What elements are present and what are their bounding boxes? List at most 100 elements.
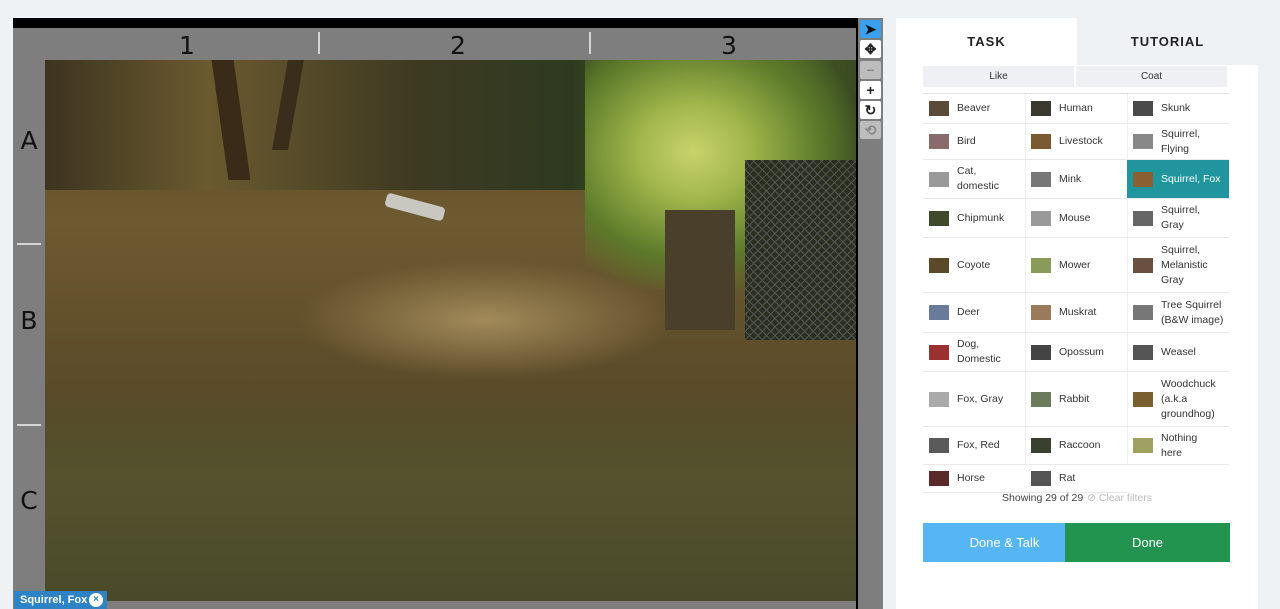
species-choice[interactable]: Bird: [923, 124, 1025, 160]
zoom-out-icon[interactable]: −: [860, 61, 881, 79]
species-label: Nothing here: [1161, 431, 1198, 459]
close-icon[interactable]: ×: [89, 593, 103, 607]
species-label: Fox, Red: [957, 439, 1000, 451]
tab-tutorial[interactable]: TUTORIAL: [1077, 18, 1258, 65]
image-frame: 1 2 3 A B C: [13, 28, 856, 609]
species-thumbnail: [1133, 305, 1153, 320]
species-thumbnail: [1133, 438, 1153, 453]
zoom-in-icon[interactable]: +: [860, 81, 881, 99]
move-icon[interactable]: ✥: [860, 40, 881, 58]
species-choice[interactable]: Squirrel, Fox: [1127, 160, 1229, 199]
species-label: Muskrat: [1059, 306, 1097, 318]
result-count: Showing 29 of 29 ⊘ Clear filters: [896, 492, 1258, 504]
species-label: Beaver: [957, 102, 991, 114]
rotate-icon[interactable]: ↻: [860, 101, 881, 119]
clear-filters-link[interactable]: ⊘ Clear filters: [1087, 492, 1152, 504]
grid-row-label: C: [20, 486, 38, 515]
grid-divider: [17, 424, 41, 426]
species-choice[interactable]: Rat: [1025, 465, 1127, 493]
species-thumbnail: [1133, 257, 1153, 273]
species-choice[interactable]: Nothing here: [1127, 427, 1229, 465]
done-button[interactable]: Done: [1065, 523, 1230, 562]
species-thumbnail: [1031, 134, 1051, 149]
grid-divider: [17, 243, 41, 245]
species-thumbnail: [929, 305, 949, 320]
species-label: Mower: [1059, 258, 1091, 271]
species-thumbnail: [1031, 101, 1051, 116]
reset-icon[interactable]: ⟲: [860, 121, 881, 139]
species-thumbnail: [1133, 101, 1153, 116]
grid-column-label: 2: [450, 31, 466, 60]
species-choice[interactable]: Rabbit: [1025, 372, 1127, 427]
species-thumbnail: [1031, 471, 1051, 486]
species-choice[interactable]: Muskrat: [1025, 293, 1127, 333]
species-choice[interactable]: Raccoon: [1025, 427, 1127, 465]
species-choice[interactable]: Squirrel, Melanistic Gray: [1127, 238, 1229, 293]
species-thumbnail: [1031, 438, 1051, 453]
species-thumbnail: [929, 438, 949, 453]
species-label: Deer: [957, 306, 980, 318]
species-label: Coyote: [957, 258, 991, 271]
species-choice[interactable]: Fox, Gray: [923, 372, 1025, 427]
species-thumbnail: [1133, 344, 1153, 360]
species-thumbnail: [929, 391, 949, 407]
grid-divider: [589, 32, 591, 54]
species-choice[interactable]: Livestock: [1025, 124, 1127, 160]
tab-task[interactable]: TASK: [896, 18, 1077, 65]
classification-panel: TASK TUTORIAL Like Coat Beaver Human Skunk…: [896, 18, 1258, 609]
species-label: Cat, domestic: [957, 165, 1000, 192]
species-label: Dog, Domestic: [957, 338, 1001, 365]
species-choice[interactable]: Squirrel, Flying: [1127, 124, 1229, 160]
species-label: Mouse: [1059, 211, 1091, 224]
species-choice[interactable]: Horse: [923, 465, 1025, 493]
showing-text: Showing 29 of 29: [1002, 492, 1084, 504]
species-choice[interactable]: Squirrel, Gray: [1127, 199, 1229, 238]
selected-species-tag[interactable]: Squirrel, Fox ×: [14, 591, 107, 609]
species-choice[interactable]: Deer: [923, 293, 1025, 333]
species-choice[interactable]: Coyote: [923, 238, 1025, 293]
species-choice[interactable]: Skunk: [1127, 94, 1229, 124]
species-label: Raccoon: [1059, 439, 1101, 451]
species-choice[interactable]: Dog, Domestic: [923, 333, 1025, 372]
species-thumbnail: [1133, 134, 1153, 149]
pointer-icon[interactable]: ➤: [860, 20, 881, 38]
species-label: Squirrel, Flying: [1161, 127, 1201, 155]
species-choice[interactable]: Weasel: [1127, 333, 1229, 372]
species-choice[interactable]: Mower: [1025, 238, 1127, 293]
species-label: Squirrel, Fox: [1161, 172, 1221, 185]
species-label: Chipmunk: [957, 211, 1005, 224]
species-thumbnail: [1031, 171, 1051, 187]
species-thumbnail: [1031, 257, 1051, 273]
species-label: Livestock: [1059, 135, 1103, 147]
species-choice[interactable]: Tree Squirrel (B&W image): [1127, 293, 1229, 333]
species-choice[interactable]: Mouse: [1025, 199, 1127, 238]
species-choice[interactable]: Woodchuck (a.k.a groundhog): [1127, 372, 1229, 427]
grid-row-label: A: [20, 126, 38, 155]
species-choice[interactable]: Human: [1025, 94, 1127, 124]
filter-like[interactable]: Like: [923, 66, 1074, 87]
subject-image[interactable]: [45, 60, 856, 601]
grid-column-label: 3: [721, 31, 737, 60]
species-label: Mink: [1059, 172, 1082, 185]
species-choice[interactable]: Opossum: [1025, 333, 1127, 372]
species-thumbnail: [929, 171, 949, 187]
species-label: Woodchuck (a.k.a groundhog): [1161, 377, 1216, 420]
grid-divider: [318, 32, 320, 54]
done-and-talk-button[interactable]: Done & Talk: [923, 523, 1086, 562]
species-choice[interactable]: Chipmunk: [923, 199, 1025, 238]
species-choice[interactable]: Fox, Red: [923, 427, 1025, 465]
viewer-toolbar: ➤ ✥ − + ↻ ⟲: [858, 18, 883, 609]
species-choice[interactable]: Cat, domestic: [923, 160, 1025, 199]
species-choice[interactable]: Mink: [1025, 160, 1127, 199]
species-thumbnail: [929, 257, 949, 273]
subject-viewer: 1 2 3 A B C ➤ ✥ − + ↻ ⟲: [13, 18, 883, 609]
species-choice[interactable]: Beaver: [923, 94, 1025, 124]
species-label: Tree Squirrel (B&W image): [1161, 298, 1224, 326]
species-thumbnail: [1133, 171, 1153, 187]
species-thumbnail: [1031, 210, 1051, 226]
species-label: Skunk: [1161, 102, 1191, 114]
filter-coat[interactable]: Coat: [1076, 66, 1227, 87]
species-thumbnail: [1031, 391, 1051, 407]
tag-label: Squirrel, Fox: [20, 594, 88, 606]
species-label: Horse: [957, 472, 986, 484]
